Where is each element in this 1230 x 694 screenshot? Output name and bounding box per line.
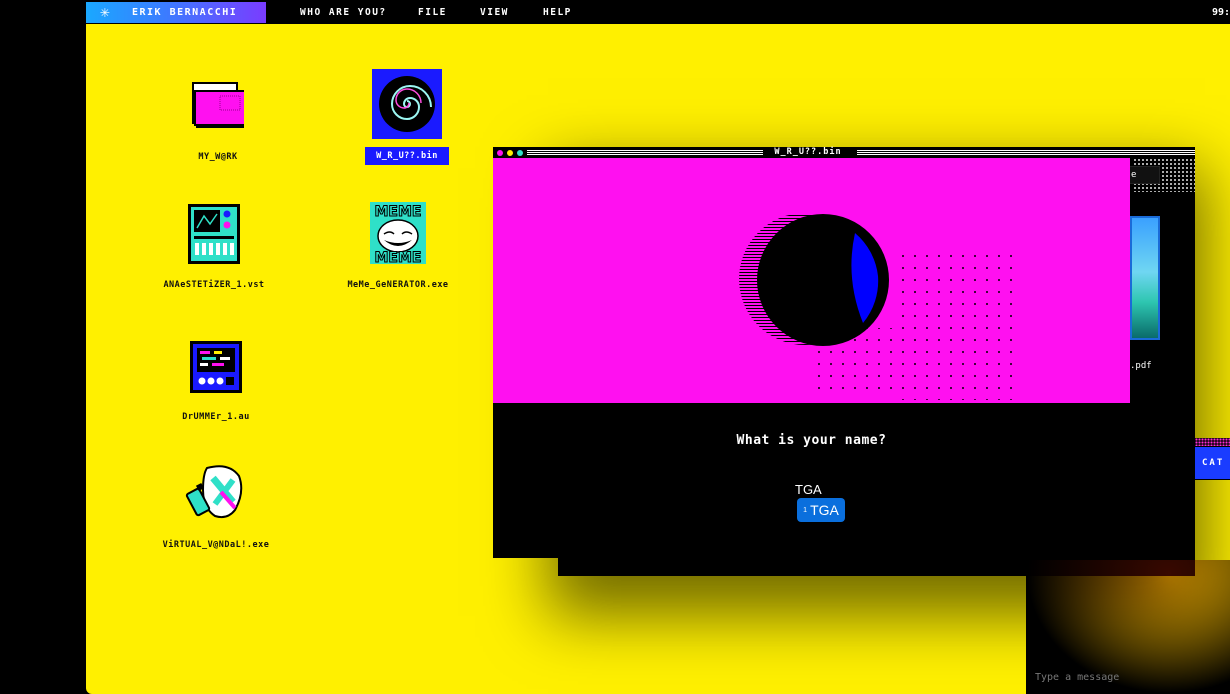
brand-name: ERIK BERNACCHI <box>132 7 238 18</box>
window-titlebar[interactable]: W_R_U??.bin <box>493 147 1195 158</box>
suggestion-index: 1 <box>803 507 808 514</box>
svg-text:MEME: MEME <box>375 204 422 220</box>
artwork-canvas <box>493 158 1130 403</box>
answer-suggestion-button[interactable]: 1 TGA <box>797 498 845 522</box>
chat-button[interactable]: CAT <box>1195 447 1230 479</box>
brand-button[interactable]: ✳ ERIK BERNACCHI <box>86 2 266 23</box>
maximize-dot-icon[interactable] <box>517 150 523 156</box>
titlebar-stripes <box>527 150 763 155</box>
name-dialog: What is your name? TGA 1 TGA <box>493 403 1130 558</box>
desktop-icon-wru-bin[interactable]: W_R_U??.bin <box>337 69 477 169</box>
spiral-icon <box>372 69 442 139</box>
desktop-icon-label: MeMe_GeNERATOR.exe <box>347 280 449 290</box>
menu-help[interactable]: HELP <box>543 7 572 18</box>
folder-icon <box>192 82 244 128</box>
wru-bin-window[interactable]: W_R_U??.bin What is your name? TGA 1 TGA <box>493 147 1195 558</box>
drum-machine-icon <box>190 341 242 393</box>
desktop-icon-anaestetizer[interactable]: ANAeSTETiZER_1.vst <box>144 202 284 297</box>
spray-can-icon <box>185 465 243 519</box>
titlebar-stripes <box>857 150 1195 155</box>
svg-text:MEME: MEME <box>375 250 422 264</box>
minimize-dot-icon[interactable] <box>507 150 513 156</box>
desktop-icon-label: DrUMMEr_1.au <box>182 412 250 422</box>
menu-view[interactable]: VIEW <box>480 7 509 18</box>
asterisk-logo-icon: ✳ <box>100 2 112 21</box>
clock: 99: <box>1211 7 1230 18</box>
answer-text: TGA <box>795 482 822 497</box>
desktop-icon-meme-generator[interactable]: MEME MEME MeMe_GeNERATOR.exe <box>328 202 468 297</box>
synth-icon <box>188 204 240 264</box>
desktop-icon-drummer[interactable]: DrUMMEr_1.au <box>146 339 286 429</box>
desktop-icon-my-work[interactable]: MY_W@RK <box>148 76 288 166</box>
question-text: What is your name? <box>736 433 887 448</box>
menu-bar: ✳ ERIK BERNACCHI WHO ARE YOU? FILE VIEW … <box>86 0 1230 24</box>
chat-message-input[interactable]: Type a message <box>1035 672 1119 683</box>
suggestion-label: TGA <box>810 502 839 518</box>
desktop-icon-label: W_R_U??.bin <box>365 147 449 165</box>
desktop-icon-label: ANAeSTETiZER_1.vst <box>163 280 265 290</box>
menu-who-are-you[interactable]: WHO ARE YOU? <box>300 7 387 18</box>
desktop-icon-virtual-vandal[interactable]: ViRTUAL_V@NDaL!.exe <box>146 462 286 552</box>
desktop-icon-label: ViRTUAL_V@NDaL!.exe <box>162 540 270 550</box>
close-dot-icon[interactable] <box>497 150 503 156</box>
menu-file[interactable]: FILE <box>418 7 447 18</box>
dot-pattern <box>1195 438 1230 446</box>
eclipse-artwork <box>739 213 1018 400</box>
desktop-icon-label: MY_W@RK <box>198 152 238 162</box>
window-title: W_R_U??.bin <box>763 147 853 158</box>
meme-icon: MEME MEME <box>370 202 426 264</box>
